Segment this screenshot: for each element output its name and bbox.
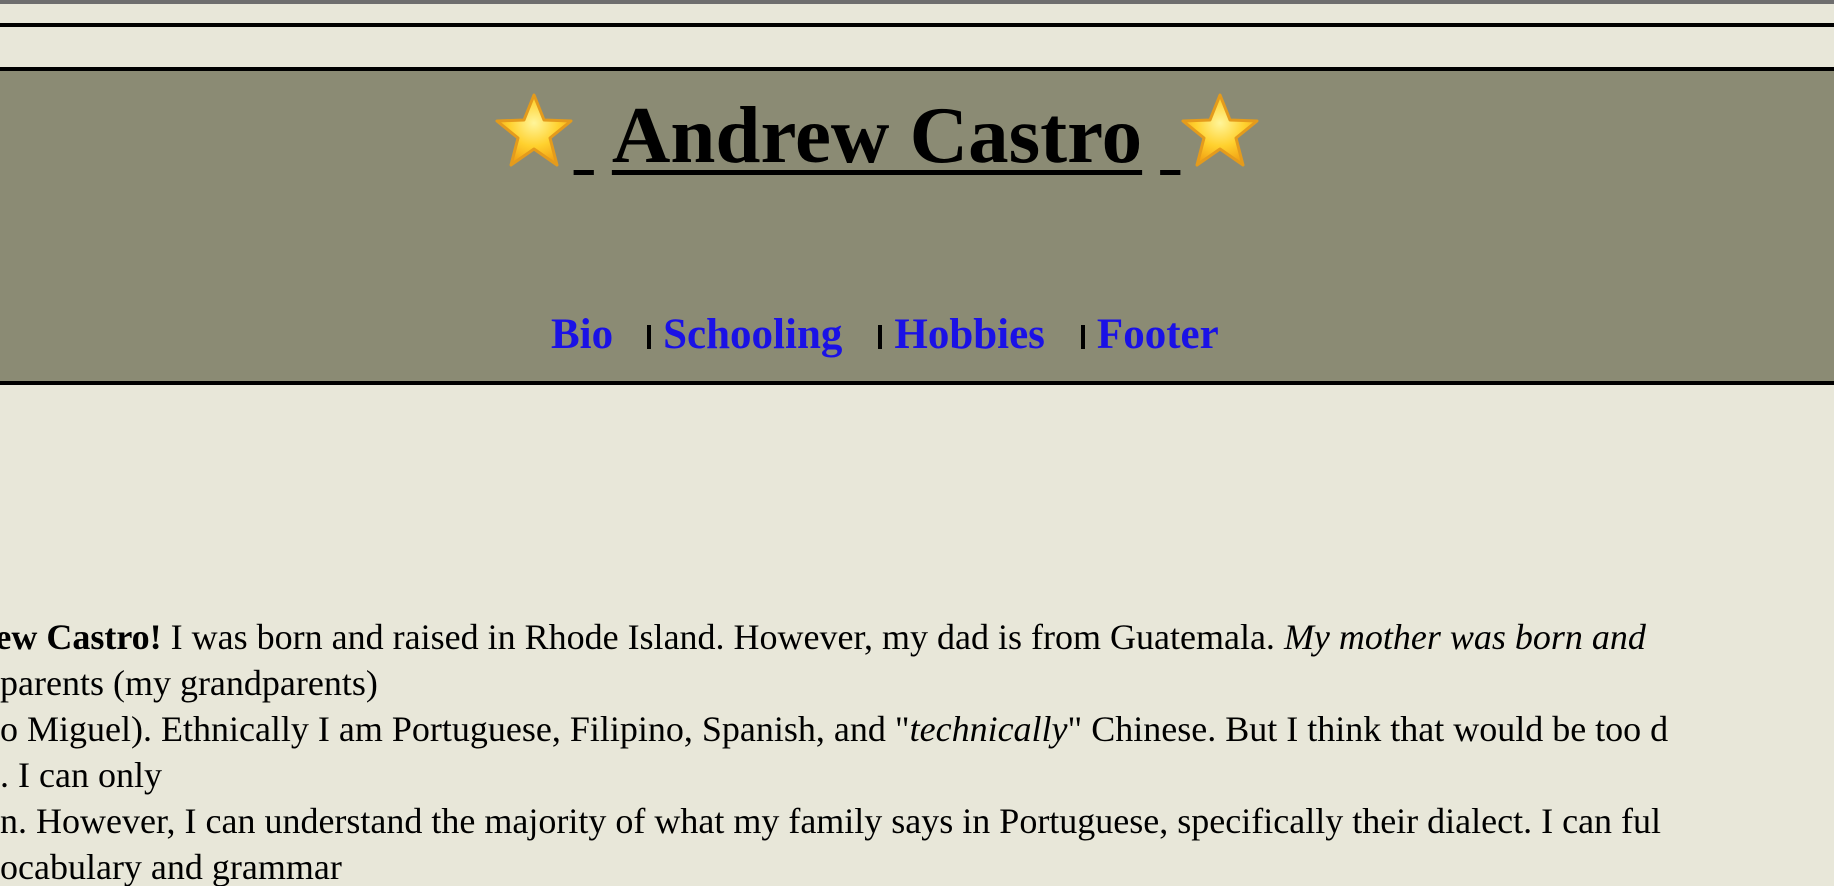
nav-link-schooling[interactable]: Schooling <box>663 310 842 359</box>
bio-text: ocabulary and grammar <box>0 847 342 886</box>
nav-link-bio[interactable]: Bio <box>551 310 613 359</box>
top-strip <box>0 0 1834 4</box>
bio-name: Andrew Castro! <box>0 617 162 657</box>
title-link: Andrew Castro <box>494 92 1261 176</box>
bio-line: parents (my grandparents) <box>0 660 1834 706</box>
title-text: Andrew Castro <box>611 90 1143 180</box>
bio-italic: My mother was born and <box>1283 617 1646 657</box>
main-nav: Bio Schooling Hobbies Footer <box>551 306 1219 362</box>
nav-separator <box>647 325 652 349</box>
top-rule <box>0 23 1834 27</box>
bio-text: I was born and raised in Rhode Island. H… <box>161 617 1284 657</box>
bio-line: n. However, I can understand the majorit… <box>0 798 1834 844</box>
star-icon <box>495 93 573 167</box>
bio-text: . I can only <box>0 755 162 795</box>
star-icon <box>1181 93 1259 167</box>
bio-line: Andrew Castro! I was born and raised in … <box>0 614 1834 660</box>
page-title: Andrew Castro <box>0 92 1834 176</box>
bio-line: . I can only <box>0 752 1834 798</box>
page: Andrew Castro Bio Schooling Hobbies Foot… <box>0 0 1834 886</box>
nav-link-footer[interactable]: Footer <box>1097 310 1219 359</box>
nav-separator <box>878 325 883 349</box>
bio-line: o Miguel). Ethnically I am Portuguese, F… <box>0 706 1834 752</box>
nav-link-hobbies[interactable]: Hobbies <box>894 310 1045 359</box>
nav-separator <box>1080 325 1085 349</box>
bio-text: n. However, I can understand the majorit… <box>0 801 1662 841</box>
bio-italic: technically <box>909 709 1068 749</box>
bio-line: ocabulary and grammar <box>0 844 1834 886</box>
bio-section: Andrew Castro! I was born and raised in … <box>0 614 1834 886</box>
bio-text: parents (my grandparents) <box>0 663 378 703</box>
bio-text: " Chinese. But I think that would be too… <box>1067 709 1669 749</box>
bio-text: o Miguel). Ethnically I am Portuguese, F… <box>0 709 910 749</box>
